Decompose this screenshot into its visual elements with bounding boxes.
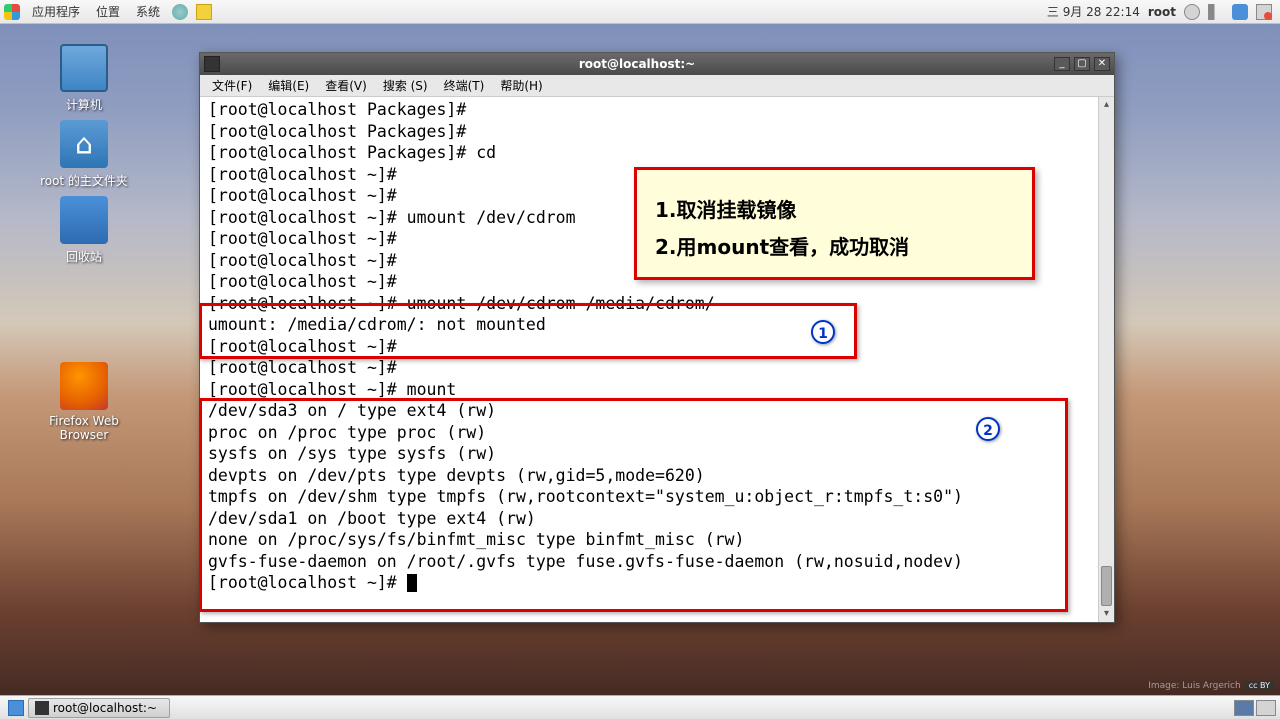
annotation-line-1: 1.取消挂载镜像 <box>655 194 1014 223</box>
menu-places[interactable]: 位置 <box>92 1 124 22</box>
menu-applications[interactable]: 应用程序 <box>28 1 84 22</box>
annotation-note: 1.取消挂载镜像 2.用mount查看，成功取消 <box>634 167 1035 280</box>
menu-system[interactable]: 系统 <box>132 1 164 22</box>
bottom-panel: root@localhost:~ <box>0 695 1280 719</box>
menu-edit[interactable]: 编辑(E) <box>262 75 315 96</box>
distro-icon[interactable] <box>4 4 20 20</box>
close-button[interactable]: ✕ <box>1094 57 1110 71</box>
desktop-home-icon[interactable]: root 的主文件夹 <box>24 120 144 189</box>
annotation-number-1: 1 <box>811 320 835 344</box>
volume-icon[interactable] <box>1208 4 1224 20</box>
maximize-button[interactable]: ▢ <box>1074 57 1090 71</box>
desktop-icon-label: root 的主文件夹 <box>24 172 144 189</box>
desktop-icon-label: Firefox Web Browser <box>24 414 144 442</box>
scrollbar-thumb[interactable] <box>1101 566 1112 606</box>
desktop-trash-icon[interactable]: 回收站 <box>24 196 144 265</box>
desktop-icon-label: 回收站 <box>24 248 144 265</box>
desktop-icon-label: 计算机 <box>24 96 144 113</box>
taskbar-terminal[interactable]: root@localhost:~ <box>28 698 170 718</box>
taskbar-item-label: root@localhost:~ <box>53 701 157 715</box>
window-titlebar[interactable]: root@localhost:~ _ ▢ ✕ <box>200 53 1114 75</box>
bluetooth-icon[interactable] <box>1232 4 1248 20</box>
terminal-window: root@localhost:~ _ ▢ ✕ 文件(F) 编辑(E) 查看(V)… <box>199 52 1115 623</box>
top-panel: 应用程序 位置 系统 三 9月 28 22:14 root <box>0 0 1280 24</box>
menu-help[interactable]: 帮助(H) <box>494 75 548 96</box>
globe-icon[interactable] <box>172 4 188 20</box>
window-title: root@localhost:~ <box>220 57 1054 71</box>
annotation-line-2: 2.用mount查看，成功取消 <box>655 231 1014 260</box>
annotation-number-2: 2 <box>976 417 1000 441</box>
minimize-button[interactable]: _ <box>1054 57 1070 71</box>
network-icon[interactable] <box>1256 4 1272 20</box>
scroll-down-arrow[interactable]: ▾ <box>1099 606 1114 622</box>
clock[interactable]: 三 9月 28 22:14 <box>1047 3 1140 20</box>
notes-icon[interactable] <box>196 4 212 20</box>
menu-view[interactable]: 查看(V) <box>319 75 373 96</box>
desktop-firefox-icon[interactable]: Firefox Web Browser <box>24 362 144 442</box>
menu-search[interactable]: 搜索 (S) <box>377 75 434 96</box>
window-icon <box>204 56 220 72</box>
show-desktop-button[interactable] <box>8 700 24 716</box>
menu-file[interactable]: 文件(F) <box>206 75 258 96</box>
wallpaper-attribution: Image: Luis Argerichcc BY <box>1148 681 1274 691</box>
menu-terminal[interactable]: 终端(T) <box>438 75 491 96</box>
scrollbar[interactable]: ▴ ▾ <box>1098 97 1114 622</box>
workspace-switcher[interactable] <box>1234 700 1276 716</box>
workspace-1[interactable] <box>1234 700 1254 716</box>
terminal-menubar: 文件(F) 编辑(E) 查看(V) 搜索 (S) 终端(T) 帮助(H) <box>200 75 1114 97</box>
workspace-2[interactable] <box>1256 700 1276 716</box>
terminal-icon <box>35 701 49 715</box>
scroll-up-arrow[interactable]: ▴ <box>1099 97 1114 113</box>
update-icon[interactable] <box>1184 4 1200 20</box>
desktop-computer-icon[interactable]: 计算机 <box>24 44 144 113</box>
user-menu[interactable]: root <box>1148 5 1176 19</box>
